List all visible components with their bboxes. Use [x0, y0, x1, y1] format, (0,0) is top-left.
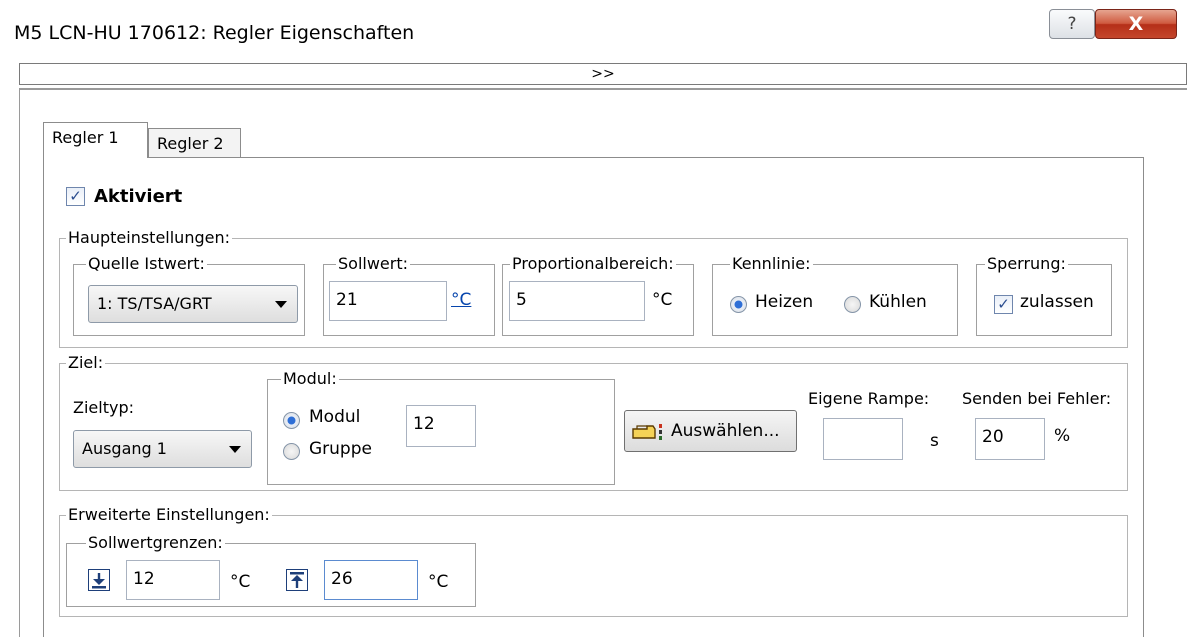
proportional-title: Proportionalbereich: [510, 254, 676, 273]
auswaehlen-button[interactable]: Auswählen... [624, 410, 797, 452]
quelle-select[interactable]: 1: TS/TSA/GRT [88, 285, 298, 323]
heizen-label: Heizen [755, 292, 814, 312]
gruppe-label: Gruppe [309, 439, 372, 459]
lower-limit-icon [88, 569, 110, 591]
zieltyp-label: Zieltyp: [73, 398, 134, 417]
kuehlen-radio[interactable] [844, 296, 861, 313]
dialog-border [19, 88, 20, 637]
modul-radio[interactable] [283, 412, 300, 429]
pointing-hand-icon [632, 424, 662, 440]
max-sollwert-input[interactable]: 26 [324, 560, 418, 600]
divider [19, 88, 1187, 90]
proportional-unit: °C [652, 290, 673, 310]
rampe-label: Eigene Rampe: [808, 389, 930, 408]
chevron-down-icon [229, 446, 241, 453]
tab-label: Regler 1 [52, 128, 119, 147]
aktiviert-checkbox[interactable]: ✓ [66, 187, 85, 206]
rampe-unit: s [930, 431, 939, 451]
sperrung-label: zulassen [1020, 292, 1094, 312]
min-sollwert-input[interactable]: 12 [126, 560, 220, 600]
proportional-input[interactable]: 5 [509, 281, 645, 321]
expand-toggle[interactable]: >> [19, 63, 1187, 85]
haupteinstellungen-title: Haupteinstellungen: [66, 228, 232, 247]
close-icon: X [1128, 13, 1144, 35]
window-title: M5 LCN-HU 170612: Regler Eigenschaften [14, 22, 415, 44]
tab-label: Regler 2 [157, 134, 224, 153]
quelle-title: Quelle Istwert: [86, 254, 207, 273]
max-unit: °C [428, 572, 449, 592]
chevron-down-icon [275, 301, 287, 308]
erweitert-title: Erweiterte Einstellungen: [66, 505, 272, 524]
senden-label: Senden bei Fehler: [962, 389, 1112, 408]
expand-label: >> [591, 66, 615, 82]
kennlinie-title: Kennlinie: [730, 254, 813, 273]
senden-input[interactable]: 20 [975, 418, 1045, 460]
close-button[interactable]: X [1095, 9, 1177, 39]
gruppe-radio[interactable] [283, 443, 300, 460]
modul-number-input[interactable]: 12 [406, 405, 476, 447]
ziel-title: Ziel: [66, 353, 106, 372]
sperrung-checkbox[interactable]: ✓ [994, 295, 1013, 314]
min-unit: °C [230, 572, 251, 592]
senden-unit: % [1054, 426, 1071, 446]
help-icon: ? [1067, 14, 1077, 34]
auswaehlen-label: Auswählen... [671, 421, 780, 441]
zieltyp-value: Ausgang 1 [82, 439, 167, 458]
modul-label: Modul [309, 407, 361, 427]
tab-regler-1[interactable]: Regler 1 [43, 122, 148, 158]
zieltyp-select[interactable]: Ausgang 1 [73, 430, 252, 468]
sperrung-title: Sperrung: [985, 254, 1068, 273]
modul-title: Modul: [281, 369, 339, 388]
heizen-radio[interactable] [730, 296, 747, 313]
quelle-value: 1: TS/TSA/GRT [97, 294, 212, 313]
sollwert-title: Sollwert: [336, 254, 411, 273]
tab-regler-2[interactable]: Regler 2 [148, 128, 241, 160]
sollwertgrenzen-title: Sollwertgrenzen: [86, 533, 225, 552]
upper-limit-icon [286, 569, 308, 591]
sollwert-input[interactable]: 21 [329, 281, 447, 321]
help-button[interactable]: ? [1049, 9, 1095, 39]
rampe-input[interactable] [823, 418, 903, 460]
sollwert-unit-link[interactable]: °C [451, 290, 471, 310]
kuehlen-label: Kühlen [869, 292, 927, 312]
aktiviert-label: Aktiviert [94, 186, 183, 207]
